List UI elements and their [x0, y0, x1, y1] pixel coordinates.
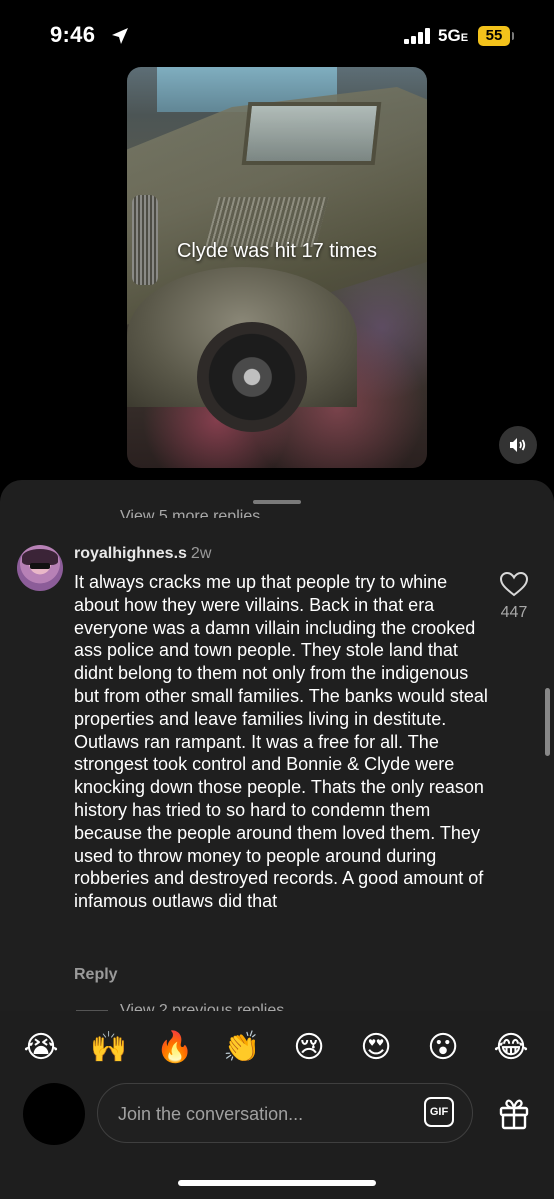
- sound-toggle-button[interactable]: [499, 426, 537, 464]
- emoji-button[interactable]: 😢: [289, 1028, 329, 1068]
- scrollbar-thumb[interactable]: [545, 688, 550, 756]
- video-scene-wheel: [197, 322, 307, 432]
- video-player[interactable]: Clyde was hit 17 times: [127, 67, 427, 468]
- status-time: 9:46: [50, 22, 96, 47]
- current-user-avatar[interactable]: [23, 1083, 85, 1145]
- emoji-button[interactable]: 😍: [356, 1028, 396, 1068]
- video-scene-windshield: [241, 102, 382, 165]
- heart-icon[interactable]: [499, 571, 529, 597]
- battery-nub: [512, 32, 514, 40]
- location-arrow-icon: [112, 28, 128, 44]
- comment-timestamp: 2w: [190, 545, 212, 562]
- video-caption: Clyde was hit 17 times: [176, 240, 378, 262]
- gift-icon[interactable]: [497, 1096, 531, 1130]
- network-type: 5GE: [438, 26, 468, 46]
- battery-indicator: 55: [478, 26, 510, 46]
- like-count: 447: [500, 604, 528, 621]
- speaker-icon: [510, 438, 526, 452]
- emoji-button[interactable]: 😮: [423, 1028, 463, 1068]
- network-label: 5G: [438, 26, 461, 45]
- gif-button[interactable]: GIF: [424, 1097, 454, 1127]
- reply-button[interactable]: Reply: [74, 966, 118, 984]
- commenter-avatar[interactable]: [17, 545, 63, 591]
- status-bar: 9:46 5GE 55: [0, 0, 554, 64]
- avatar-glasses: [30, 563, 50, 569]
- comment-username[interactable]: royalhighnes.s: [74, 545, 187, 562]
- emoji-button[interactable]: 🙌: [89, 1028, 129, 1068]
- cellular-signal-icon: [404, 28, 436, 44]
- emoji-button[interactable]: 😂: [491, 1028, 531, 1068]
- comment-input[interactable]: [116, 1084, 410, 1144]
- network-suffix: E: [460, 32, 469, 44]
- emoji-quick-bar: 😭 🙌 🔥 👏 😢 😍 😮 😂: [0, 1028, 554, 1068]
- comment-input-box[interactable]: [97, 1083, 473, 1144]
- emoji-button[interactable]: 👏: [222, 1028, 262, 1068]
- emoji-button[interactable]: 😭: [21, 1028, 61, 1068]
- view-more-replies-link[interactable]: View 5 more replies: [120, 504, 260, 518]
- home-indicator[interactable]: [178, 1180, 376, 1186]
- comment-item: royalhighnes.s 2w It always cracks me up …: [74, 545, 494, 913]
- comment-text: It always cracks me up that people try t…: [74, 572, 488, 912]
- emoji-button[interactable]: 🔥: [155, 1028, 195, 1068]
